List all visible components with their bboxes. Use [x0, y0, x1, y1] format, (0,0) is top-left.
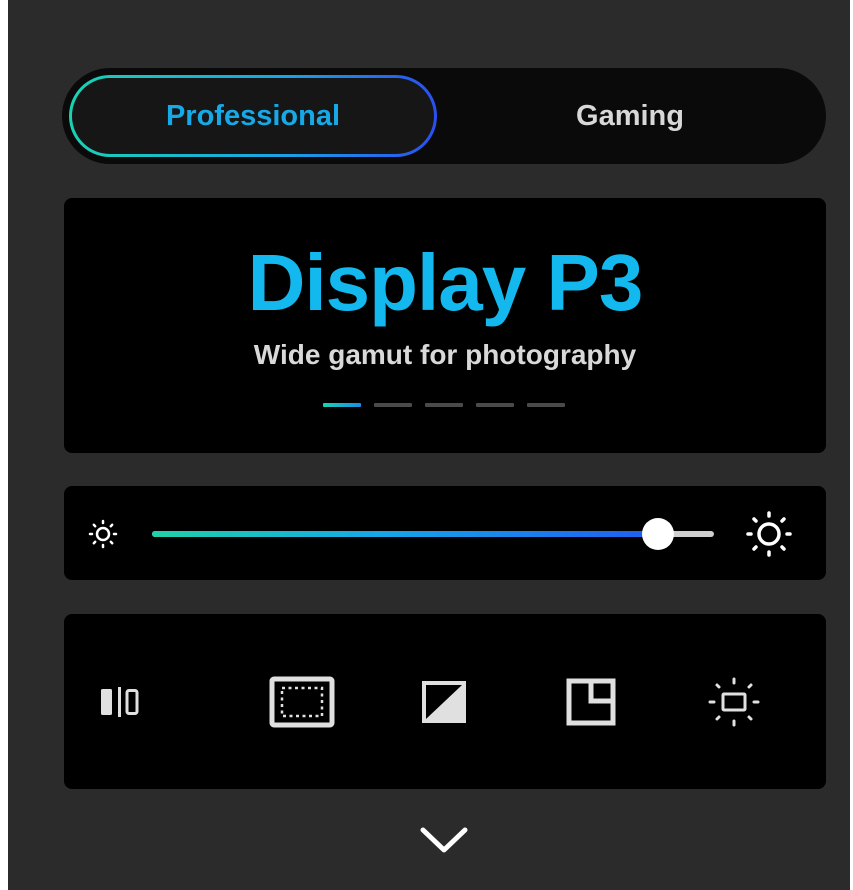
contrast-icon	[422, 681, 466, 723]
preset-title: Display P3	[247, 238, 644, 327]
brightness-control	[64, 486, 826, 580]
window-layout-icon	[566, 678, 616, 726]
pager-dot[interactable]	[374, 403, 412, 407]
screen-frame-icon	[269, 676, 335, 728]
monitor-settings-panel: Professional Gaming Display P3 Wide gamu…	[8, 0, 850, 890]
brightness-slider-fill	[152, 531, 658, 537]
color-preset-card[interactable]: Display P3 Wide gamut for photography	[64, 198, 826, 453]
screen-frame-button[interactable]	[262, 662, 342, 742]
gaming-mode-button[interactable]: Gaming	[442, 75, 818, 157]
pager-dot[interactable]	[476, 403, 514, 407]
window-layout-button[interactable]	[551, 662, 631, 742]
pager-dot[interactable]	[323, 403, 361, 407]
sun-small-icon	[88, 519, 118, 549]
mode-toggle: Professional Gaming	[62, 68, 826, 164]
professional-mode-button[interactable]: Professional	[69, 75, 437, 157]
preset-pager	[323, 403, 565, 409]
contrast-button[interactable]	[405, 662, 485, 742]
sun-large-icon	[746, 511, 792, 557]
pager-dot[interactable]	[527, 403, 565, 407]
professional-mode-label: Professional	[165, 99, 341, 132]
split-screen-button[interactable]	[84, 662, 164, 742]
gaming-mode-label: Gaming	[576, 99, 684, 132]
display-brightness-icon	[708, 677, 760, 727]
chevron-down-icon[interactable]	[418, 822, 470, 858]
split-screen-icon	[101, 687, 139, 717]
brightness-slider[interactable]	[152, 518, 714, 550]
display-brightness-button[interactable]	[694, 662, 774, 742]
brightness-slider-thumb[interactable]	[641, 518, 674, 550]
pager-dot[interactable]	[425, 403, 463, 407]
tools-bar	[64, 614, 826, 789]
preset-subtitle: Wide gamut for photography	[253, 339, 637, 370]
